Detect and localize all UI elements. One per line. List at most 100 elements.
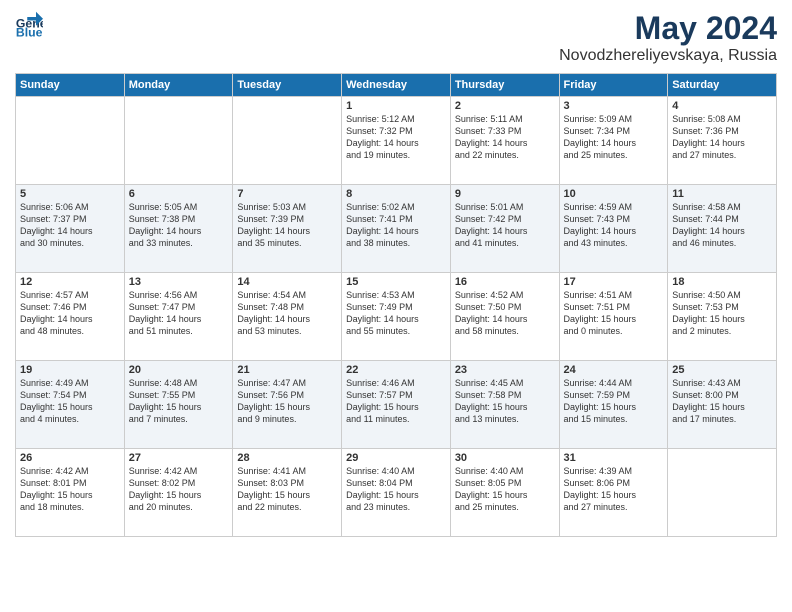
day-header-tuesday: Tuesday [233, 74, 342, 97]
day-number: 25 [672, 364, 772, 376]
day-info: Sunrise: 4:39 AMSunset: 8:06 PMDaylight:… [564, 465, 664, 514]
day-cell: 18Sunrise: 4:50 AMSunset: 7:53 PMDayligh… [668, 273, 777, 361]
day-info: Sunrise: 4:58 AMSunset: 7:44 PMDaylight:… [672, 201, 772, 250]
day-header-friday: Friday [559, 74, 668, 97]
day-info: Sunrise: 4:41 AMSunset: 8:03 PMDaylight:… [237, 465, 337, 514]
day-number: 17 [564, 276, 664, 288]
day-cell: 9Sunrise: 5:01 AMSunset: 7:42 PMDaylight… [450, 185, 559, 273]
day-number: 13 [129, 276, 229, 288]
day-number: 22 [346, 364, 446, 376]
logo: General Blue General Blue [15, 10, 43, 38]
day-cell: 4Sunrise: 5:08 AMSunset: 7:36 PMDaylight… [668, 97, 777, 185]
day-number: 6 [129, 188, 229, 200]
day-info: Sunrise: 4:53 AMSunset: 7:49 PMDaylight:… [346, 289, 446, 338]
day-number: 31 [564, 452, 664, 464]
day-cell [668, 449, 777, 537]
day-cell: 3Sunrise: 5:09 AMSunset: 7:34 PMDaylight… [559, 97, 668, 185]
week-row-5: 26Sunrise: 4:42 AMSunset: 8:01 PMDayligh… [16, 449, 777, 537]
day-info: Sunrise: 5:12 AMSunset: 7:32 PMDaylight:… [346, 113, 446, 162]
day-info: Sunrise: 4:56 AMSunset: 7:47 PMDaylight:… [129, 289, 229, 338]
day-info: Sunrise: 4:47 AMSunset: 7:56 PMDaylight:… [237, 377, 337, 426]
day-info: Sunrise: 4:45 AMSunset: 7:58 PMDaylight:… [455, 377, 555, 426]
day-cell: 25Sunrise: 4:43 AMSunset: 8:00 PMDayligh… [668, 361, 777, 449]
day-info: Sunrise: 4:50 AMSunset: 7:53 PMDaylight:… [672, 289, 772, 338]
day-cell [16, 97, 125, 185]
day-cell: 30Sunrise: 4:40 AMSunset: 8:05 PMDayligh… [450, 449, 559, 537]
day-number: 14 [237, 276, 337, 288]
day-info: Sunrise: 4:49 AMSunset: 7:54 PMDaylight:… [20, 377, 120, 426]
day-header-thursday: Thursday [450, 74, 559, 97]
day-number: 18 [672, 276, 772, 288]
day-cell: 22Sunrise: 4:46 AMSunset: 7:57 PMDayligh… [342, 361, 451, 449]
day-number: 2 [455, 100, 555, 112]
day-info: Sunrise: 5:09 AMSunset: 7:34 PMDaylight:… [564, 113, 664, 162]
day-info: Sunrise: 5:08 AMSunset: 7:36 PMDaylight:… [672, 113, 772, 162]
title-block: May 2024 Novodzhereliyevskaya, Russia [559, 10, 777, 65]
day-number: 1 [346, 100, 446, 112]
day-cell: 13Sunrise: 4:56 AMSunset: 7:47 PMDayligh… [124, 273, 233, 361]
day-cell: 23Sunrise: 4:45 AMSunset: 7:58 PMDayligh… [450, 361, 559, 449]
day-number: 19 [20, 364, 120, 376]
day-cell: 7Sunrise: 5:03 AMSunset: 7:39 PMDaylight… [233, 185, 342, 273]
day-info: Sunrise: 5:03 AMSunset: 7:39 PMDaylight:… [237, 201, 337, 250]
day-cell: 24Sunrise: 4:44 AMSunset: 7:59 PMDayligh… [559, 361, 668, 449]
week-row-2: 5Sunrise: 5:06 AMSunset: 7:37 PMDaylight… [16, 185, 777, 273]
day-info: Sunrise: 4:40 AMSunset: 8:05 PMDaylight:… [455, 465, 555, 514]
svg-text:Blue: Blue [16, 25, 43, 38]
day-cell: 17Sunrise: 4:51 AMSunset: 7:51 PMDayligh… [559, 273, 668, 361]
day-cell: 2Sunrise: 5:11 AMSunset: 7:33 PMDaylight… [450, 97, 559, 185]
day-cell: 31Sunrise: 4:39 AMSunset: 8:06 PMDayligh… [559, 449, 668, 537]
day-number: 30 [455, 452, 555, 464]
calendar-table: SundayMondayTuesdayWednesdayThursdayFrid… [15, 73, 777, 537]
main-title: May 2024 [559, 10, 777, 47]
day-cell: 5Sunrise: 5:06 AMSunset: 7:37 PMDaylight… [16, 185, 125, 273]
week-row-4: 19Sunrise: 4:49 AMSunset: 7:54 PMDayligh… [16, 361, 777, 449]
day-info: Sunrise: 4:59 AMSunset: 7:43 PMDaylight:… [564, 201, 664, 250]
day-info: Sunrise: 5:01 AMSunset: 7:42 PMDaylight:… [455, 201, 555, 250]
day-number: 7 [237, 188, 337, 200]
day-cell: 28Sunrise: 4:41 AMSunset: 8:03 PMDayligh… [233, 449, 342, 537]
day-info: Sunrise: 5:02 AMSunset: 7:41 PMDaylight:… [346, 201, 446, 250]
week-row-1: 1Sunrise: 5:12 AMSunset: 7:32 PMDaylight… [16, 97, 777, 185]
day-cell: 29Sunrise: 4:40 AMSunset: 8:04 PMDayligh… [342, 449, 451, 537]
day-header-saturday: Saturday [668, 74, 777, 97]
day-number: 15 [346, 276, 446, 288]
day-number: 24 [564, 364, 664, 376]
day-info: Sunrise: 5:11 AMSunset: 7:33 PMDaylight:… [455, 113, 555, 162]
day-cell: 19Sunrise: 4:49 AMSunset: 7:54 PMDayligh… [16, 361, 125, 449]
subtitle: Novodzhereliyevskaya, Russia [559, 47, 777, 65]
day-header-sunday: Sunday [16, 74, 125, 97]
day-cell [124, 97, 233, 185]
day-number: 3 [564, 100, 664, 112]
header: General Blue General Blue May 2024 Novod… [15, 10, 777, 65]
day-cell: 8Sunrise: 5:02 AMSunset: 7:41 PMDaylight… [342, 185, 451, 273]
day-number: 28 [237, 452, 337, 464]
day-info: Sunrise: 5:05 AMSunset: 7:38 PMDaylight:… [129, 201, 229, 250]
day-number: 21 [237, 364, 337, 376]
page: General Blue General Blue May 2024 Novod… [0, 0, 792, 612]
day-info: Sunrise: 4:42 AMSunset: 8:01 PMDaylight:… [20, 465, 120, 514]
day-cell: 6Sunrise: 5:05 AMSunset: 7:38 PMDaylight… [124, 185, 233, 273]
day-number: 4 [672, 100, 772, 112]
day-number: 10 [564, 188, 664, 200]
day-number: 9 [455, 188, 555, 200]
day-number: 5 [20, 188, 120, 200]
day-cell: 20Sunrise: 4:48 AMSunset: 7:55 PMDayligh… [124, 361, 233, 449]
day-number: 11 [672, 188, 772, 200]
day-info: Sunrise: 4:48 AMSunset: 7:55 PMDaylight:… [129, 377, 229, 426]
day-cell: 21Sunrise: 4:47 AMSunset: 7:56 PMDayligh… [233, 361, 342, 449]
day-cell: 11Sunrise: 4:58 AMSunset: 7:44 PMDayligh… [668, 185, 777, 273]
day-cell: 15Sunrise: 4:53 AMSunset: 7:49 PMDayligh… [342, 273, 451, 361]
day-cell: 10Sunrise: 4:59 AMSunset: 7:43 PMDayligh… [559, 185, 668, 273]
day-cell: 12Sunrise: 4:57 AMSunset: 7:46 PMDayligh… [16, 273, 125, 361]
day-info: Sunrise: 5:06 AMSunset: 7:37 PMDaylight:… [20, 201, 120, 250]
day-info: Sunrise: 4:43 AMSunset: 8:00 PMDaylight:… [672, 377, 772, 426]
day-info: Sunrise: 4:40 AMSunset: 8:04 PMDaylight:… [346, 465, 446, 514]
week-row-3: 12Sunrise: 4:57 AMSunset: 7:46 PMDayligh… [16, 273, 777, 361]
day-info: Sunrise: 4:42 AMSunset: 8:02 PMDaylight:… [129, 465, 229, 514]
day-header-wednesday: Wednesday [342, 74, 451, 97]
day-info: Sunrise: 4:44 AMSunset: 7:59 PMDaylight:… [564, 377, 664, 426]
day-number: 12 [20, 276, 120, 288]
day-number: 26 [20, 452, 120, 464]
header-row: SundayMondayTuesdayWednesdayThursdayFrid… [16, 74, 777, 97]
